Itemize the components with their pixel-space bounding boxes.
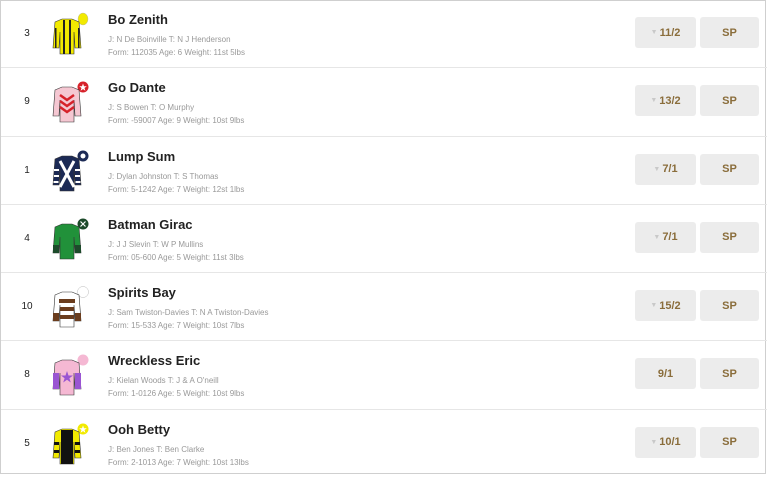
odds-value: 7/1 bbox=[662, 231, 678, 244]
drift-arrow-icon: ▼ bbox=[650, 97, 658, 105]
drift-arrow-icon: ▼ bbox=[653, 233, 661, 241]
bo-zenith-silk-icon bbox=[52, 12, 89, 55]
runner-number: 3 bbox=[24, 28, 30, 39]
runner-row: 10 Spirits Bay J: Sam Twiston-Davies T: … bbox=[1, 273, 767, 342]
drift-arrow-icon: ▼ bbox=[650, 302, 658, 310]
sp-button[interactable]: SP bbox=[700, 85, 759, 117]
runner-row: 3 Bo Zenith J: N De Boinville T: N J Hen… bbox=[1, 0, 767, 69]
sp-button[interactable]: SP bbox=[700, 153, 759, 185]
odds-value: 10/1 bbox=[659, 436, 681, 449]
jockey-trainer: J: Sam Twiston-Davies T: N A Twiston-Dav… bbox=[108, 308, 269, 318]
jockey-trainer: J: S Bowen T: O Murphy bbox=[108, 103, 195, 113]
runner-number: 1 bbox=[24, 164, 30, 176]
odds-button[interactable]: 9/1 bbox=[635, 358, 696, 390]
runner-info: Form: 2-1013 Age: 7 Weight: 10st 13lbs bbox=[108, 457, 249, 467]
jockey-trainer: J: Dylan Johnston T: S Thomas bbox=[108, 171, 219, 181]
drift-arrow-icon: ▼ bbox=[653, 165, 661, 173]
odds-value: 15/2 bbox=[659, 299, 681, 312]
sp-button[interactable]: SP bbox=[700, 290, 759, 322]
jockey-trainer: J: Kielan Woods T: J & A O'neill bbox=[108, 376, 219, 386]
odds-value: 13/2 bbox=[659, 94, 681, 107]
runner-info: Form: 15-533 Age: 7 Weight: 10st 7lbs bbox=[108, 321, 245, 331]
runner-name[interactable]: Go Dante bbox=[108, 80, 166, 95]
wreckless-eric-silk-icon bbox=[52, 354, 89, 396]
drift-arrow-icon: ▼ bbox=[650, 438, 658, 446]
batman-girac-silk-icon bbox=[52, 218, 89, 260]
odds-value: 11/2 bbox=[659, 26, 681, 39]
drift-arrow-icon: ▼ bbox=[650, 29, 658, 36]
odds-button[interactable]: ▼ 13/2 bbox=[635, 85, 696, 117]
jockey-trainer: J: Ben Jones T: Ben Clarke bbox=[108, 444, 205, 454]
runner-name[interactable]: Spirits Bay bbox=[108, 285, 176, 300]
odds-value: 9/1 bbox=[657, 367, 674, 380]
runner-row: 5 Ooh Betty J: Ben Jones T: Ben Clarke F… bbox=[1, 410, 767, 478]
runner-info: Form: 5-1242 Age: 7 Weight: 12st 1lbs bbox=[108, 184, 245, 194]
runner-number: 10 bbox=[21, 301, 33, 313]
runner-row: 4 Batman Girac J: J J Slevin T: W P Mull… bbox=[1, 205, 767, 274]
runner-number: 5 bbox=[24, 437, 30, 449]
sp-button[interactable]: SP bbox=[700, 221, 759, 253]
runner-info: Form: 1-0126 Age: 5 Weight: 10st 9lbs bbox=[108, 389, 245, 399]
odds-value: 7/1 bbox=[662, 163, 678, 176]
runner-number: 9 bbox=[24, 96, 30, 108]
odds-button[interactable]: ▼ 15/2 bbox=[635, 290, 696, 322]
sp-button[interactable]: SP bbox=[700, 358, 759, 390]
go-dante-silk-icon bbox=[52, 81, 89, 123]
runner-list: 3 Bo Zenith J: N De Boinville T: N J Hen… bbox=[1, 0, 767, 478]
runner-name[interactable]: Ooh Betty bbox=[108, 422, 170, 437]
runner-row: 9 Go Dante J: S Bowen T: O Murphy Form: … bbox=[1, 68, 767, 137]
runner-name[interactable]: Lump Sum bbox=[108, 149, 175, 164]
runner-number: 4 bbox=[24, 232, 30, 244]
runner-name[interactable]: Bo Zenith bbox=[108, 12, 168, 27]
runner-row: 8 Wreckless Eric J: Kielan Woods T: J & … bbox=[1, 341, 767, 410]
jockey-trainer: J: J J Slevin T: W P Mullins bbox=[108, 239, 204, 249]
jockey-trainer: J: N De Boinville T: N J Henderson bbox=[108, 35, 231, 44]
runner-name[interactable]: Batman Girac bbox=[108, 217, 193, 232]
sp-button[interactable]: SP bbox=[700, 426, 759, 458]
odds-button[interactable]: ▼ 7/1 bbox=[635, 221, 696, 253]
runner-info: Form: -59007 Age: 9 Weight: 10st 9lbs bbox=[108, 116, 245, 126]
spirits-bay-silk-icon bbox=[52, 286, 89, 328]
sp-button[interactable]: SP bbox=[700, 17, 759, 48]
runner-name[interactable]: Wreckless Eric bbox=[108, 353, 200, 368]
runner-number: 8 bbox=[24, 369, 30, 381]
odds-button[interactable]: ▼ 10/1 bbox=[635, 426, 696, 458]
odds-button[interactable]: ▼ 7/1 bbox=[635, 153, 696, 185]
runner-info: Form: 112035 Age: 6 Weight: 11st 5lbs bbox=[108, 48, 245, 57]
odds-button[interactable]: ▼ 11/2 bbox=[635, 17, 696, 48]
runner-row: 1 Lump Sum J: Dylan Johnston T: S Thomas… bbox=[1, 137, 767, 205]
runner-info: Form: 05-600 Age: 5 Weight: 11st 3lbs bbox=[108, 252, 244, 262]
ooh-betty-silk-icon bbox=[52, 423, 89, 465]
lump-sum-silk-icon bbox=[52, 150, 89, 191]
